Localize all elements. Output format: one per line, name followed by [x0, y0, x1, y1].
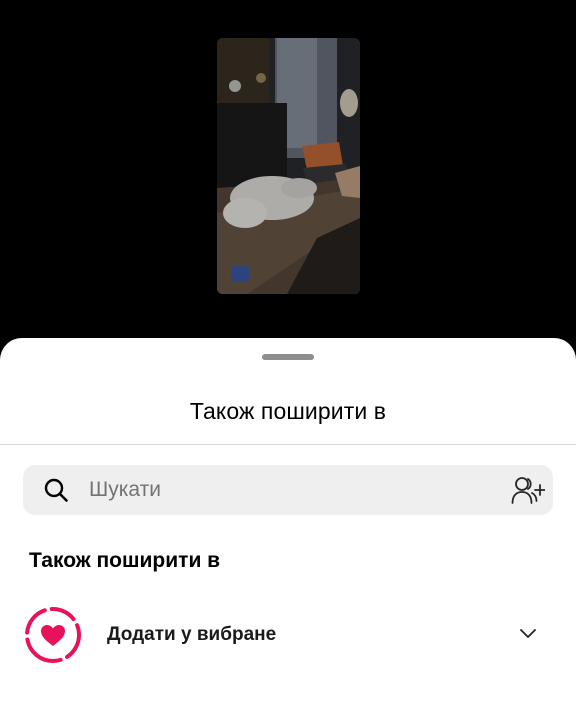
- divider: [0, 444, 576, 445]
- drag-handle[interactable]: [262, 354, 314, 360]
- add-people-icon[interactable]: [511, 475, 545, 505]
- section-heading: Також поширити в: [29, 549, 221, 572]
- screen: Також поширити в Також поширити в: [0, 0, 576, 701]
- add-to-favorites-item[interactable]: Додати у вибране: [0, 600, 576, 668]
- video-preview[interactable]: [217, 38, 360, 294]
- sheet-title: Також поширити в: [189, 398, 387, 424]
- search-icon: [44, 478, 68, 502]
- video-thumbnail: [217, 38, 360, 294]
- share-bottom-sheet: Також поширити в Також поширити в: [0, 338, 576, 701]
- search-input[interactable]: [89, 465, 489, 515]
- list-item-label: Додати у вибране: [107, 624, 277, 645]
- search-bar[interactable]: [23, 465, 553, 515]
- chevron-down-icon[interactable]: [519, 628, 537, 640]
- favorites-heart-icon: [25, 607, 81, 663]
